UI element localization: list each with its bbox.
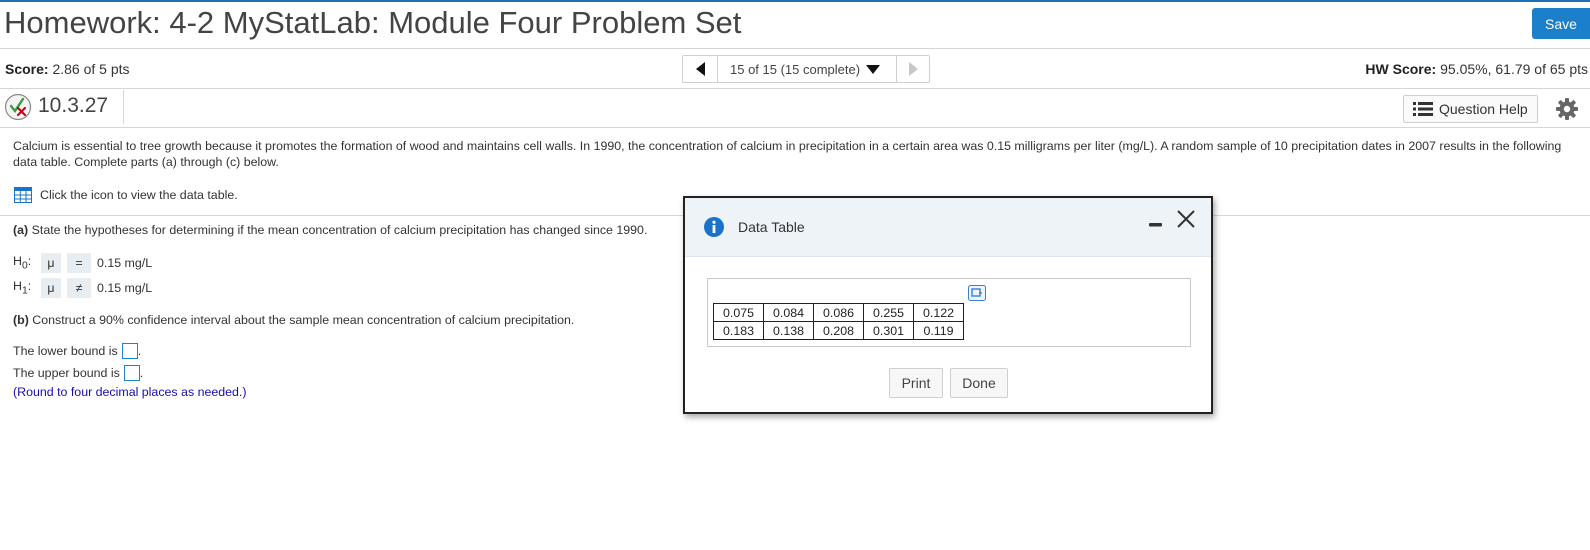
triangle-right-icon xyxy=(908,62,918,76)
problem-statement: Calcium is essential to tree growth beca… xyxy=(13,139,1562,169)
null-hypothesis: H0: μ = 0.15 mg/L xyxy=(13,253,152,273)
upper-bound-label: The upper bound is xyxy=(13,366,120,380)
hw-score: HW Score: 95.05%, 61.79 of 65 pts xyxy=(1365,61,1588,77)
divider xyxy=(123,90,124,124)
part-b-label: (b) xyxy=(13,313,29,327)
question-progress: 15 of 15 (15 complete) xyxy=(730,61,861,77)
data-table-link[interactable]: Click the icon to view the data table. xyxy=(14,187,238,203)
part-a-label: (a) xyxy=(13,223,29,237)
divider xyxy=(0,48,1590,49)
partial-credit-icon xyxy=(4,93,32,121)
page-title: Homework: 4-2 MyStatLab: Module Four Pro… xyxy=(4,5,742,40)
next-question-button[interactable] xyxy=(897,56,929,82)
close-icon[interactable] xyxy=(1175,208,1197,230)
table-cell: 0.075 xyxy=(713,303,764,322)
table-cell: 0.183 xyxy=(713,321,764,340)
data-table-dialog: Data Table 0.075 0.084 0.086 0.255 0.122… xyxy=(683,196,1213,414)
divider xyxy=(0,88,1590,89)
hw-score-label: HW Score: xyxy=(1365,61,1437,77)
question-navigator: 15 of 15 (15 complete) xyxy=(682,55,930,83)
rounding-note: (Round to four decimal places as needed.… xyxy=(13,385,247,399)
h1-parameter-select[interactable]: μ xyxy=(41,278,61,298)
info-icon xyxy=(704,217,724,237)
table-cell: 0.255 xyxy=(863,303,914,322)
table-icon xyxy=(14,187,32,203)
data-table-container: 0.075 0.084 0.086 0.255 0.122 0.183 0.13… xyxy=(707,278,1191,347)
question-list-dropdown[interactable]: 15 of 15 (15 complete) xyxy=(718,56,897,82)
part-a-prompt: (a) State the hypotheses for determining… xyxy=(13,223,647,237)
data-table: 0.075 0.084 0.086 0.255 0.122 0.183 0.13… xyxy=(713,303,964,340)
lower-bound-label: The lower bound is xyxy=(13,344,118,358)
save-button[interactable]: Save xyxy=(1532,8,1590,39)
triangle-left-icon xyxy=(695,62,705,76)
lower-bound-period: . xyxy=(137,344,142,358)
h1-label: H1: xyxy=(13,279,32,297)
table-cell: 0.119 xyxy=(913,321,964,340)
top-accent-line xyxy=(0,0,1590,2)
score-label: Score: xyxy=(5,61,49,77)
h1-value: 0.15 mg/L xyxy=(97,281,153,295)
upper-bound-period: . xyxy=(139,366,144,380)
table-cell: 0.301 xyxy=(863,321,914,340)
divider xyxy=(0,127,1590,128)
score-value: 2.86 of 5 pts xyxy=(52,61,130,77)
previous-question-button[interactable] xyxy=(683,56,718,82)
table-row: 0.183 0.138 0.208 0.301 0.119 xyxy=(713,321,964,340)
question-number: 10.3.27 xyxy=(38,94,109,117)
table-row: 0.075 0.084 0.086 0.255 0.122 xyxy=(713,303,964,322)
table-cell: 0.122 xyxy=(913,303,964,322)
part-b-text: Construct a 90% confidence interval abou… xyxy=(32,313,575,327)
h1-operator-select[interactable]: ≠ xyxy=(67,278,91,298)
question-help-label: Question Help xyxy=(1439,101,1528,117)
table-cell: 0.208 xyxy=(813,321,864,340)
question-help-button[interactable]: Question Help xyxy=(1403,95,1538,123)
triangle-down-icon xyxy=(866,64,881,74)
table-cell: 0.138 xyxy=(763,321,814,340)
upper-bound-input[interactable] xyxy=(123,365,140,381)
table-cell: 0.086 xyxy=(813,303,864,322)
data-table-link-text: Click the icon to view the data table. xyxy=(40,188,238,202)
part-b-prompt: (b) Construct a 90% confidence interval … xyxy=(13,313,574,327)
copy-icon[interactable] xyxy=(968,285,986,301)
part-a-text: State the hypotheses for determining if … xyxy=(31,223,648,237)
h0-operator-select[interactable]: = xyxy=(67,253,91,273)
h0-value: 0.15 mg/L xyxy=(97,256,153,270)
score: Score: 2.86 of 5 pts xyxy=(5,61,130,77)
h0-label: H0: xyxy=(13,254,32,272)
lower-bound-input[interactable] xyxy=(121,343,138,359)
h0-parameter-select[interactable]: μ xyxy=(41,253,61,273)
upper-bound-row: The upper bound is . xyxy=(13,365,143,381)
table-cell: 0.084 xyxy=(763,303,814,322)
done-button[interactable]: Done xyxy=(950,368,1008,398)
dialog-header: Data Table xyxy=(685,198,1211,257)
alternative-hypothesis: H1: μ ≠ 0.15 mg/L xyxy=(13,278,152,298)
gear-icon[interactable] xyxy=(1555,97,1579,121)
minimize-icon[interactable] xyxy=(1147,214,1165,232)
list-icon xyxy=(1413,102,1433,116)
dialog-title: Data Table xyxy=(738,219,805,235)
lower-bound-row: The lower bound is . xyxy=(13,343,141,359)
hw-score-value: 95.05%, 61.79 of 65 pts xyxy=(1440,61,1588,77)
print-button[interactable]: Print xyxy=(889,368,943,398)
